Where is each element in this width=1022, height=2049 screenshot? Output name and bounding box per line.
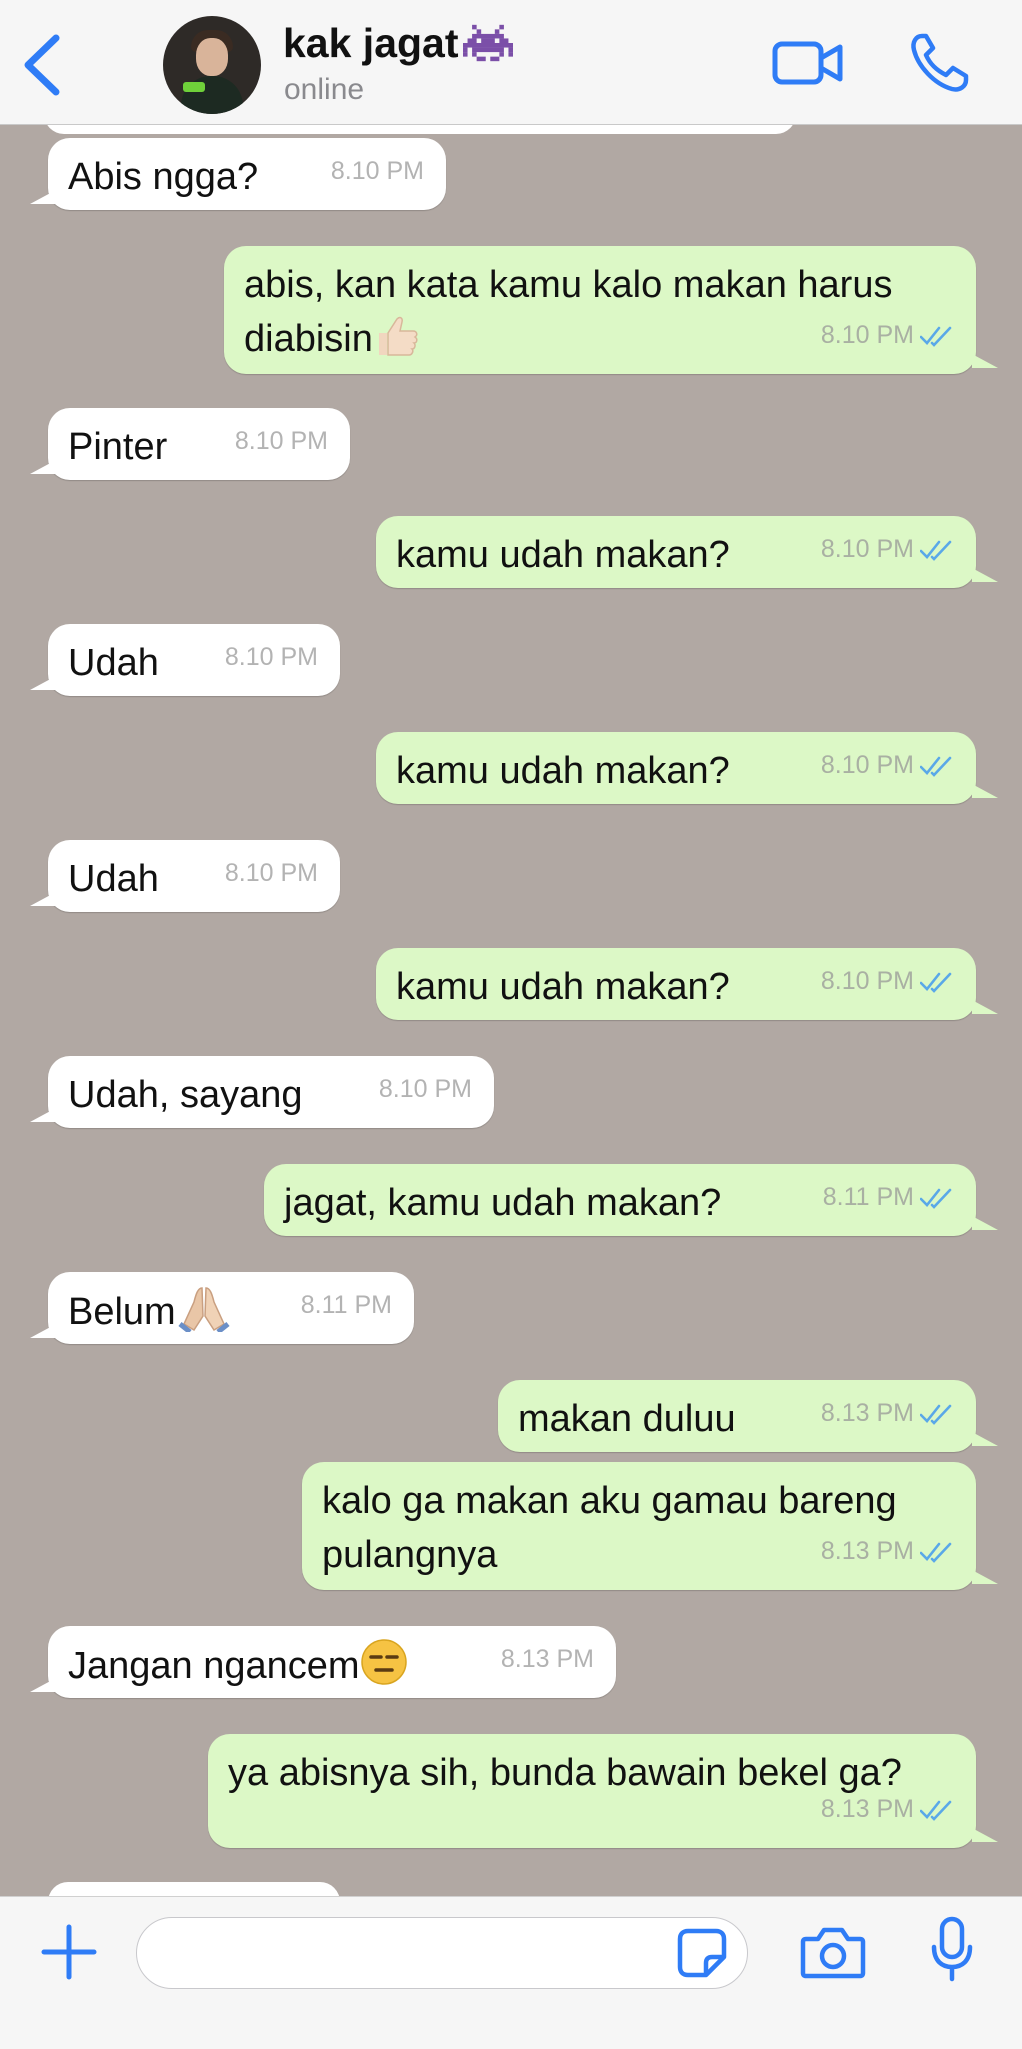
- message-bubble[interactable]: Pinter 8.10 PM: [30, 408, 350, 480]
- message-text: kamu udah makan?: [396, 966, 730, 1008]
- message-bubble[interactable]: Belum 8.11 PM: [30, 1272, 414, 1344]
- message-text: Udah: [68, 642, 159, 684]
- message-bubble[interactable]: Udah 8.10 PM: [30, 624, 340, 696]
- message-time: 8.11 PM: [300, 1291, 392, 1319]
- message-text: Belum: [68, 1291, 176, 1333]
- contact-status: online: [284, 73, 365, 106]
- message-text: kamu udah makan?: [396, 534, 730, 576]
- phone-call-icon[interactable]: [906, 30, 972, 96]
- message-bubble[interactable]: kamu udah makan? 8.10 PM: [376, 516, 998, 588]
- message-list[interactable]: Abis ngga? 8.10 PM abis, kan kata kamu k…: [0, 124, 1022, 1896]
- back-chevron-icon[interactable]: [18, 30, 68, 100]
- message-bubble[interactable]: makan duluu 8.13 PM: [498, 1380, 998, 1452]
- message-time: 8.11 PM: [822, 1183, 914, 1211]
- message-time: 8.10 PM: [224, 643, 318, 671]
- message-text: jagat, kamu udah makan?: [284, 1182, 722, 1224]
- message-bubble[interactable]: Udah 8.10 PM: [30, 840, 340, 912]
- message-bubble[interactable]: kalo ga makan aku gamau bareng pulangnya…: [302, 1462, 998, 1590]
- message-text: Jangan ngancem: [68, 1645, 360, 1687]
- message-time: 8.13 PM: [820, 1795, 914, 1823]
- message-text: Udah, sayang: [68, 1074, 303, 1116]
- message-time: 8.10 PM: [820, 967, 914, 995]
- alien-monster-icon: [462, 24, 513, 62]
- expressionless-face-emoji-icon: [360, 1639, 407, 1685]
- message-bubble[interactable]: Abis ngga? 8.10 PM: [30, 138, 446, 210]
- message-time: 8.10 PM: [224, 859, 318, 887]
- message-text: abis, kan kata kamu kalo makan harus dia…: [244, 264, 893, 360]
- double-check-read-icon: [920, 540, 952, 561]
- double-check-read-icon: [920, 972, 952, 993]
- contact-name-text: kak jagat: [283, 20, 459, 66]
- message-text: ya abisnya sih, bunda bawain bekel ga?: [228, 1752, 902, 1794]
- partial-message-bubble: [48, 1882, 340, 1896]
- message-time: 8.10 PM: [330, 157, 424, 185]
- message-text: Pinter: [68, 426, 168, 468]
- thumbs-up-emoji-icon: [378, 316, 418, 356]
- message-time: 8.13 PM: [820, 1399, 914, 1427]
- double-check-read-icon: [920, 1404, 952, 1425]
- sticker-icon[interactable]: [676, 1927, 728, 1979]
- double-check-read-icon: [920, 1542, 952, 1563]
- message-time: 8.10 PM: [820, 535, 914, 563]
- message-text: kamu udah makan?: [396, 750, 730, 792]
- message-text: makan duluu: [518, 1398, 736, 1440]
- double-check-read-icon: [920, 1188, 952, 1209]
- message-bubble[interactable]: ya abisnya sih, bunda bawain bekel ga? 8…: [208, 1734, 998, 1848]
- message-bubble[interactable]: Udah, sayang 8.10 PM: [30, 1056, 494, 1128]
- double-check-read-icon: [920, 756, 952, 777]
- message-bubble[interactable]: Jangan ngancem 8.13 PM: [30, 1626, 616, 1698]
- chat-header: kak jagat online: [0, 0, 1022, 125]
- message-text: Abis ngga?: [68, 156, 259, 198]
- message-time: 8.10 PM: [234, 427, 328, 455]
- video-call-icon[interactable]: [772, 36, 844, 90]
- partial-message-bubble: [44, 124, 796, 134]
- contact-name[interactable]: kak jagat: [283, 20, 513, 67]
- message-time: 8.10 PM: [820, 321, 914, 349]
- message-time: 8.13 PM: [820, 1537, 914, 1565]
- plus-icon[interactable]: [38, 1921, 100, 1983]
- double-check-read-icon: [920, 326, 952, 347]
- microphone-icon[interactable]: [928, 1915, 976, 1985]
- contact-avatar[interactable]: [163, 16, 261, 114]
- message-bubble[interactable]: kamu udah makan? 8.10 PM: [376, 948, 998, 1020]
- message-input-bar: [0, 1896, 1022, 2049]
- message-time: 8.10 PM: [378, 1075, 472, 1103]
- folded-hands-emoji-icon: [178, 1287, 230, 1332]
- message-bubble[interactable]: abis, kan kata kamu kalo makan harus dia…: [224, 246, 998, 374]
- camera-icon[interactable]: [800, 1923, 866, 1981]
- message-bubble[interactable]: jagat, kamu udah makan? 8.11 PM: [264, 1164, 998, 1236]
- message-text: kalo ga makan aku gamau bareng pulangnya: [322, 1480, 897, 1576]
- message-time: 8.13 PM: [500, 1645, 594, 1673]
- message-text: Udah: [68, 858, 159, 900]
- double-check-read-icon: [920, 1800, 952, 1821]
- message-input[interactable]: [136, 1917, 748, 1989]
- message-bubble[interactable]: kamu udah makan? 8.10 PM: [376, 732, 998, 804]
- message-time: 8.10 PM: [820, 751, 914, 779]
